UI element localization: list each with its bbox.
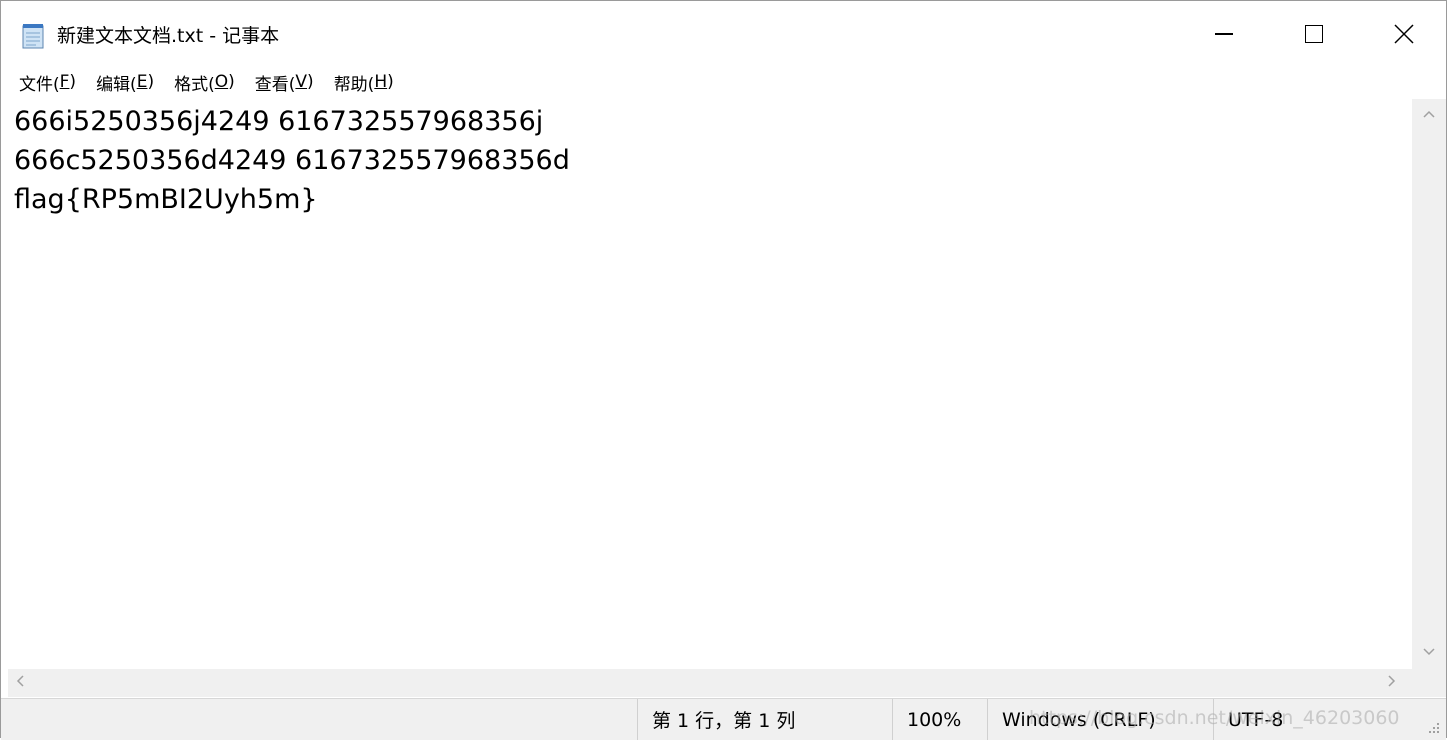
menu-file-label: 文件( xyxy=(19,74,60,95)
menu-help-label: 帮助( xyxy=(333,74,375,95)
scroll-right-button[interactable] xyxy=(1380,672,1404,691)
text-line[interactable]: 666i5250356j4249 616732557968356j xyxy=(8,102,1412,141)
menu-edit-accelerator: E xyxy=(136,72,148,92)
menu-edit-label-end: ) xyxy=(147,72,155,92)
text-editor[interactable]: 666i5250356j4249 616732557968356j 666c52… xyxy=(8,99,1412,669)
menu-view-label: 查看( xyxy=(254,74,296,95)
watermark-text: https://blog.csdn.net/weixin_46203060 xyxy=(1029,707,1400,729)
menu-edit-label: 编辑( xyxy=(96,74,137,95)
status-zoom: 100% xyxy=(892,699,987,740)
notepad-icon xyxy=(22,24,44,49)
menu-help[interactable]: 帮助(H) xyxy=(324,67,404,97)
menu-format-label-end: ) xyxy=(228,72,235,92)
menu-file-label-end: ) xyxy=(69,72,77,92)
menu-help-label-end: ) xyxy=(387,72,394,92)
minimize-button[interactable] xyxy=(1179,1,1269,67)
chevron-left-icon xyxy=(16,675,24,687)
text-line[interactable]: flag{RP5mBI2Uyh5m} xyxy=(8,180,1412,219)
scroll-left-button[interactable] xyxy=(8,672,32,691)
menu-format-label: 格式( xyxy=(174,74,215,95)
menu-format[interactable]: 格式(O) xyxy=(164,67,245,97)
close-button[interactable] xyxy=(1359,1,1449,67)
scroll-up-button[interactable] xyxy=(1412,103,1446,122)
menu-edit[interactable]: 编辑(E) xyxy=(86,67,164,97)
chevron-down-icon xyxy=(1423,648,1435,656)
menu-view[interactable]: 查看(V) xyxy=(245,67,324,97)
menu-view-accelerator: V xyxy=(295,72,308,92)
maximize-button[interactable] xyxy=(1269,1,1359,67)
menu-bar: 文件(F) 编辑(E) 格式(O) 查看(V) 帮助(H) xyxy=(1,67,1446,97)
menu-view-label-end: ) xyxy=(307,72,314,92)
title-bar[interactable]: 新建文本文档.txt - 记事本 xyxy=(1,1,1446,67)
vertical-scrollbar[interactable] xyxy=(1412,99,1446,669)
maximize-icon xyxy=(1305,25,1323,43)
text-line[interactable]: 666c5250356d4249 616732557968356d xyxy=(8,141,1412,180)
scrollbar-corner xyxy=(1412,669,1446,697)
window-title: 新建文本文档.txt - 记事本 xyxy=(57,25,280,47)
resize-grip-icon[interactable] xyxy=(1428,722,1440,734)
status-bar: 第 1 行，第 1 列 100% Windows (CRLF) UTF-8 ht… xyxy=(1,698,1446,740)
chevron-right-icon xyxy=(1388,675,1396,687)
horizontal-scrollbar[interactable] xyxy=(8,669,1412,697)
chevron-up-icon xyxy=(1423,110,1435,118)
minimize-icon xyxy=(1215,33,1233,35)
menu-help-accelerator: H xyxy=(374,72,388,92)
close-icon xyxy=(1394,24,1414,44)
scroll-down-button[interactable] xyxy=(1412,641,1446,660)
menu-file-accelerator: F xyxy=(59,72,70,92)
menu-file[interactable]: 文件(F) xyxy=(9,67,86,97)
menu-format-accelerator: O xyxy=(214,72,229,92)
notepad-window: 新建文本文档.txt - 记事本 文件(F) 编辑(E) 格式(O) 查看(V) xyxy=(0,0,1447,740)
status-position: 第 1 行，第 1 列 xyxy=(637,699,892,740)
